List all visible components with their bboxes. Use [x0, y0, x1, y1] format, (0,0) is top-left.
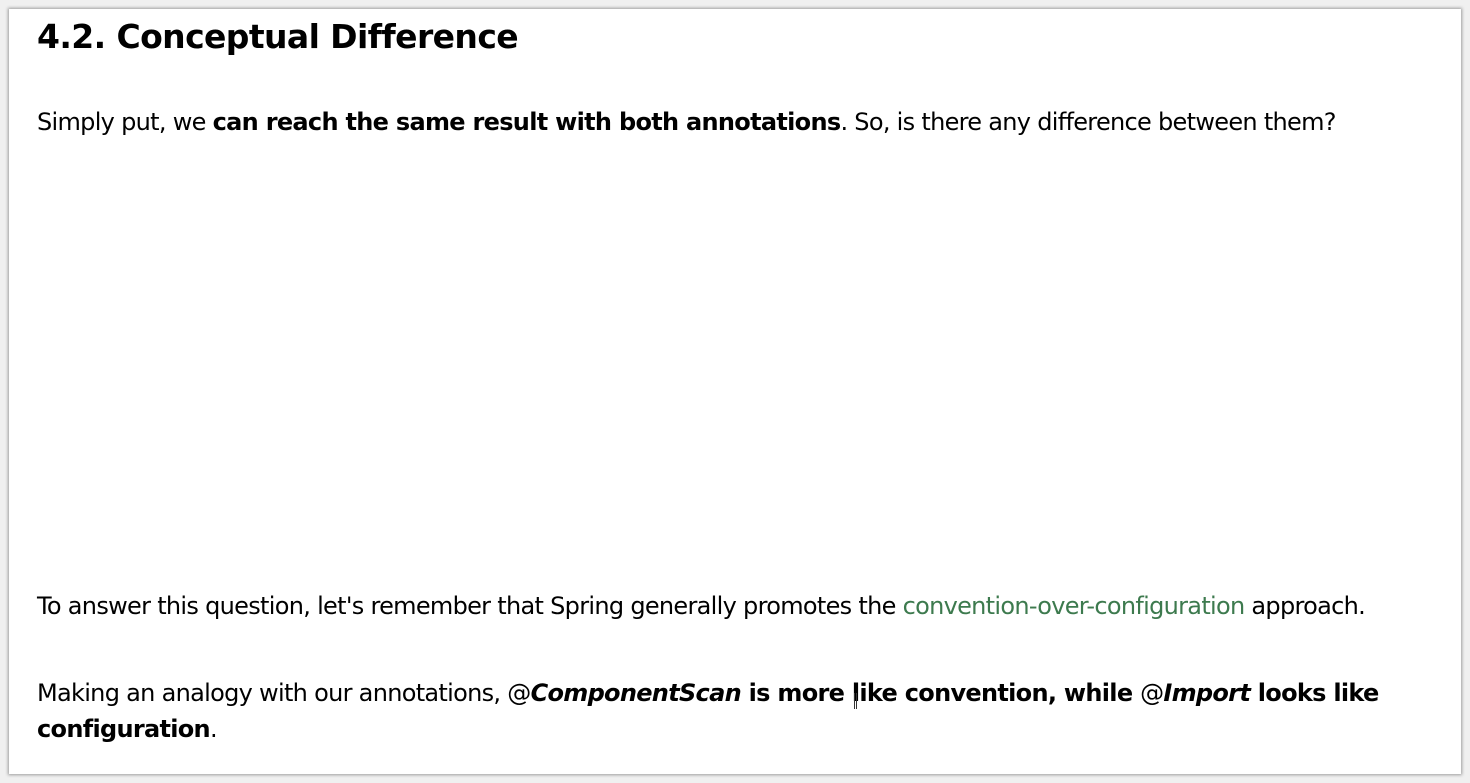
text-cursor-icon [854, 693, 857, 709]
paragraph-intro-lead: Simply put, we [37, 108, 213, 136]
paragraph-answer-tail: approach. [1244, 592, 1366, 620]
at-sign: @ [1140, 679, 1164, 707]
import-annotation: Import [1163, 679, 1251, 707]
paragraph-analogy-middle: is more like convention, while [740, 679, 1141, 707]
paragraph-intro-bold: can reach the same result with both anno… [212, 108, 841, 136]
paragraph-analogy-lead: Making an analogy with our annotations, [37, 679, 508, 707]
componentscan-annotation: ComponentScan [530, 679, 742, 707]
section-heading: 4.2. Conceptual Difference [37, 17, 519, 56]
paragraph-intro: Simply put, we can reach the same result… [37, 104, 1337, 140]
paragraph-analogy: Making an analogy with our annotations, … [37, 675, 1427, 747]
article-frame: 4.2. Conceptual Difference Simply put, w… [9, 9, 1461, 774]
convention-over-configuration-link[interactable]: convention-over-configuration [903, 592, 1246, 620]
paragraph-answer: To answer this question, let's remember … [37, 588, 1407, 624]
paragraph-intro-tail: . So, is there any difference between th… [840, 108, 1336, 136]
paragraph-analogy-end: . [209, 715, 218, 743]
at-sign: @ [507, 679, 531, 707]
paragraph-answer-lead: To answer this question, let's remember … [37, 592, 903, 620]
